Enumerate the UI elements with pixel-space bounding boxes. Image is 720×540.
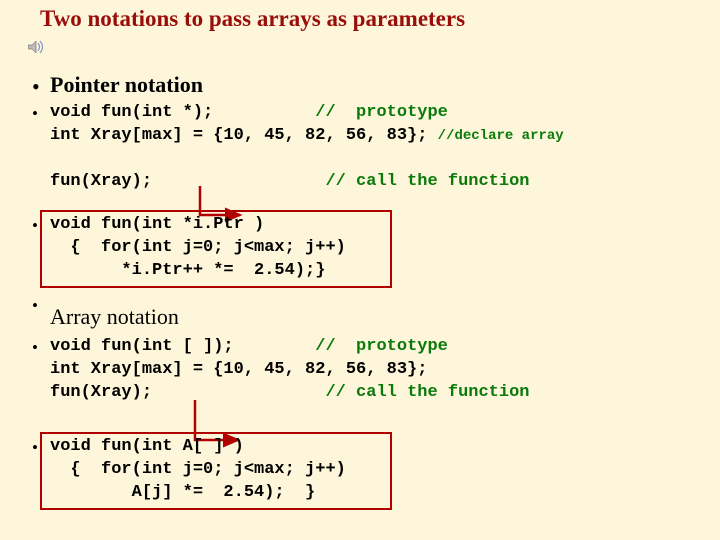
heading-array-notation: Array notation (50, 304, 179, 330)
code-line: void fun(int *i.Ptr ) (50, 215, 264, 234)
pointer-code-block: void fun(int *); // prototype int Xray[m… (50, 102, 564, 194)
code-line: A[j] *= 2.54); } (50, 483, 315, 502)
code-line: void fun(int [ ]); (50, 337, 315, 356)
code-line: int Xray[max] = {10, 45, 82, 56, 83}; (50, 360, 427, 379)
comment: // prototype (315, 337, 448, 356)
comment: // prototype (315, 103, 448, 122)
code-line: void fun(int *); (50, 103, 315, 122)
code-line: { for(int j=0; j<max; j++) (50, 460, 346, 479)
bullet-dot: • (32, 104, 38, 124)
speaker-icon (28, 40, 46, 54)
slide-title: Two notations to pass arrays as paramete… (40, 6, 465, 32)
pointer-def-code: void fun(int *i.Ptr ) { for(int j=0; j<m… (50, 214, 346, 283)
code-line: *i.Ptr++ *= 2.54);} (50, 261, 325, 280)
bullet-dot: • (32, 296, 38, 316)
comment: // call the function (325, 172, 529, 191)
comment: //declare array (438, 128, 564, 144)
bullet-dot: • (32, 216, 38, 236)
code-line: void fun(int A[ ] ) (50, 437, 244, 456)
bullet-dot: • (32, 338, 38, 358)
array-code-block: void fun(int [ ]); // prototype int Xray… (50, 336, 530, 405)
array-def-code: void fun(int A[ ] ) { for(int j=0; j<max… (50, 436, 346, 505)
bullet-dot: • (32, 74, 40, 100)
heading-pointer-notation: Pointer notation (50, 72, 203, 98)
code-line: fun(Xray); (50, 172, 325, 191)
bullet-dot: • (32, 438, 38, 458)
code-line: { for(int j=0; j<max; j++) (50, 238, 346, 257)
code-line: int Xray[max] = {10, 45, 82, 56, 83}; (50, 126, 438, 145)
code-line: fun(Xray); (50, 383, 325, 402)
comment: // call the function (325, 383, 529, 402)
